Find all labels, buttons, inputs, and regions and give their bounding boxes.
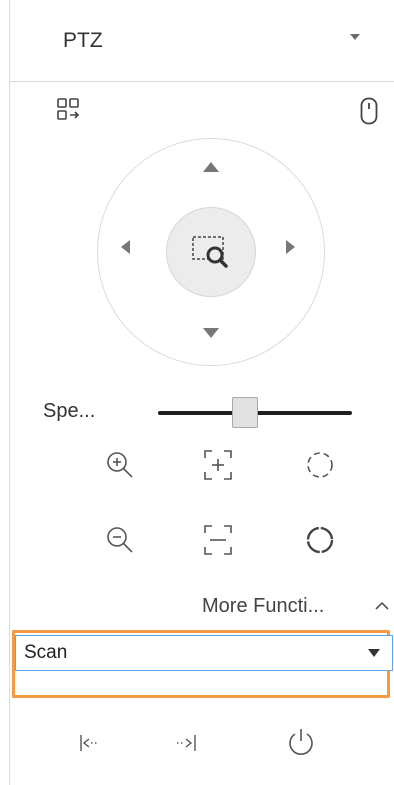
iris-open-icon[interactable] [305, 450, 335, 480]
mouse-icon[interactable] [360, 97, 378, 125]
grid-switch-icon[interactable] [57, 98, 81, 122]
zoom-in-icon[interactable] [105, 450, 135, 480]
speed-label: Spe... [43, 400, 96, 422]
set-right-limit-icon[interactable] [175, 733, 197, 753]
more-functions-label[interactable]: More Functi... [202, 595, 324, 618]
speed-slider-thumb[interactable] [232, 397, 259, 428]
function-select[interactable]: Scan [15, 635, 393, 671]
function-select-value: Scan [24, 642, 68, 663]
chevron-up-icon[interactable] [374, 600, 390, 612]
set-left-limit-icon[interactable] [79, 733, 101, 753]
iris-close-icon[interactable] [305, 525, 335, 555]
ptz-title: PTZ [63, 29, 103, 52]
arrow-left-icon[interactable] [121, 240, 130, 254]
zoom-out-icon[interactable] [105, 525, 135, 555]
arrow-right-icon[interactable] [286, 240, 295, 254]
focus-far-icon[interactable] [204, 525, 232, 555]
arrow-down-icon[interactable] [203, 328, 219, 338]
caret-down-icon[interactable] [350, 34, 360, 40]
caret-down-icon[interactable] [368, 649, 380, 657]
ptz-header[interactable]: PTZ [10, 0, 394, 82]
ptz-panel: PTZ Spe... More Functi... Scan [9, 0, 394, 785]
arrow-up-icon[interactable] [203, 162, 219, 172]
focus-near-icon[interactable] [204, 450, 232, 480]
power-icon[interactable] [286, 727, 316, 757]
zoom-to-area-icon[interactable] [191, 233, 231, 273]
